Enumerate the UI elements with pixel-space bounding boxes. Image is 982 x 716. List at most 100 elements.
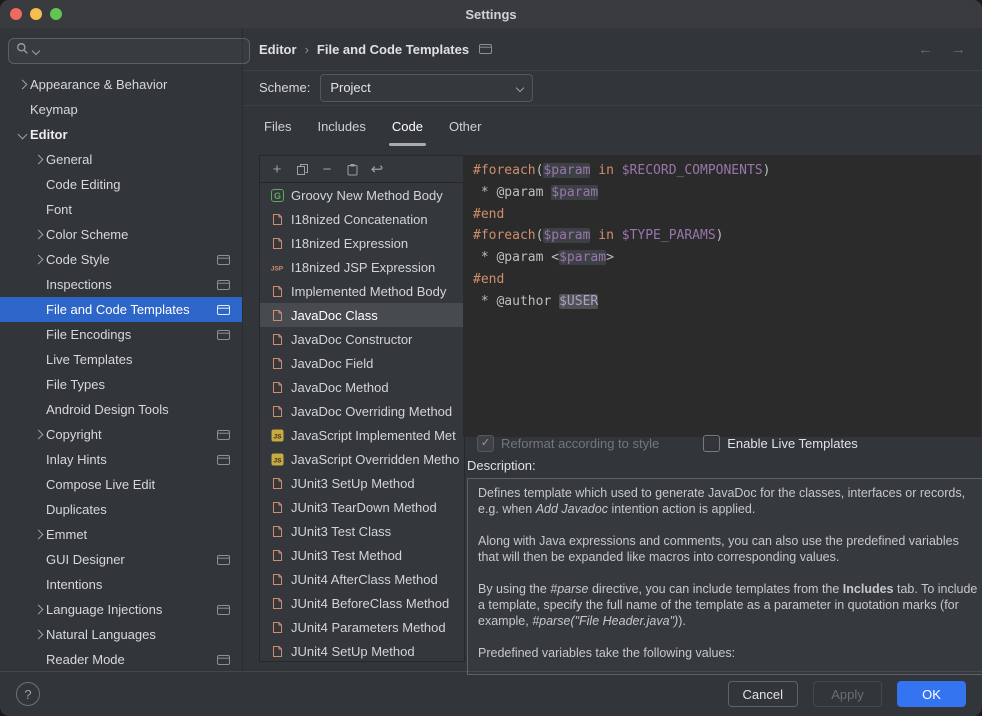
template-list-item[interactable]: JUnit3 SetUp Method (260, 471, 464, 495)
chevron-down-icon[interactable] (17, 130, 27, 140)
template-list-item[interactable]: JUnit3 Test Class (260, 519, 464, 543)
remove-icon[interactable]: − (319, 161, 335, 177)
template-list-item[interactable]: JavaDoc Field (260, 351, 464, 375)
template-icon (269, 621, 285, 634)
scheme-dropdown[interactable]: Project (320, 74, 533, 102)
template-list-item[interactable]: GGroovy New Method Body (260, 183, 464, 207)
sidebar-item-duplicates[interactable]: Duplicates (0, 497, 242, 522)
sidebar-item-compose-live-edit[interactable]: Compose Live Edit (0, 472, 242, 497)
template-name: JUnit4 AfterClass Method (291, 572, 438, 587)
forward-button[interactable]: → (951, 41, 966, 58)
screen-icon (479, 44, 492, 54)
sidebar-item-color-scheme[interactable]: Color Scheme (0, 222, 242, 247)
sidebar-item-intentions[interactable]: Intentions (0, 572, 242, 597)
code-token: * @param (473, 185, 551, 200)
code-line: * @param <$param> (473, 247, 981, 269)
sidebar-item-file-types[interactable]: File Types (0, 372, 242, 397)
main-panel: Editor › File and Code Templates ← → Sch… (242, 28, 982, 672)
template-list-item[interactable]: I18nized Concatenation (260, 207, 464, 231)
sidebar-item-font[interactable]: Font (0, 197, 242, 222)
template-list-item[interactable]: JUnit4 SetUp Method (260, 639, 464, 661)
sidebar-item-code-editing[interactable]: Code Editing (0, 172, 242, 197)
code-token: in (598, 228, 614, 243)
sidebar-item-gui-designer[interactable]: GUI Designer (0, 547, 242, 572)
template-list-item[interactable]: JUnit4 BeforeClass Method (260, 591, 464, 615)
template-list-item[interactable]: JavaDoc Class (260, 303, 464, 327)
breadcrumb-separator-icon: › (305, 42, 309, 57)
add-icon[interactable]: + (269, 161, 285, 177)
sidebar-item-general[interactable]: General (0, 147, 242, 172)
copy-icon[interactable] (294, 161, 310, 177)
sidebar-item-copyright[interactable]: Copyright (0, 422, 242, 447)
sidebar-item-code-style[interactable]: Code Style (0, 247, 242, 272)
cancel-button[interactable]: Cancel (728, 681, 798, 707)
help-button[interactable]: ? (16, 682, 40, 706)
template-list-item[interactable]: JUnit4 AfterClass Method (260, 567, 464, 591)
description-text: directive, you can include templates fro… (589, 582, 843, 596)
code-token: ) (716, 228, 724, 243)
breadcrumb-editor[interactable]: Editor (259, 42, 297, 57)
zoom-button[interactable] (50, 8, 62, 20)
sidebar-item-appearance-behavior[interactable]: Appearance & Behavior (0, 72, 242, 97)
template-list-item[interactable]: JSPI18nized JSP Expression (260, 255, 464, 279)
screen-icon (217, 280, 230, 290)
chevron-slot (30, 631, 46, 638)
sidebar-item-inspections[interactable]: Inspections (0, 272, 242, 297)
search-icon (16, 42, 29, 60)
template-name: JavaDoc Field (291, 356, 373, 371)
template-list-item[interactable]: JSJavaScript Implemented Met (260, 423, 464, 447)
apply-button[interactable]: Apply (813, 681, 882, 707)
tab-label: Other (449, 119, 482, 134)
sidebar-item-label: Android Design Tools (46, 402, 169, 417)
reformat-checkbox[interactable]: ✓ Reformat according to style (477, 435, 659, 452)
sidebar-item-emmet[interactable]: Emmet (0, 522, 242, 547)
chevron-right-icon[interactable] (33, 255, 43, 265)
template-name: I18nized Concatenation (291, 212, 428, 227)
tab-code[interactable]: Code (379, 105, 436, 147)
sidebar-item-file-and-code-templates[interactable]: File and Code Templates (0, 297, 242, 322)
rollback-icon[interactable]: ↩ (369, 161, 385, 177)
sidebar-item-language-injections[interactable]: Language Injections (0, 597, 242, 622)
sidebar-item-editor[interactable]: Editor (0, 122, 242, 147)
minimize-button[interactable] (30, 8, 42, 20)
chevron-right-icon[interactable] (17, 80, 27, 90)
template-list-item[interactable]: Implemented Method Body (260, 279, 464, 303)
back-button[interactable]: ← (918, 41, 933, 58)
tab-includes[interactable]: Includes (304, 105, 378, 147)
chevron-right-icon[interactable] (33, 605, 43, 615)
chevron-right-icon[interactable] (33, 230, 43, 240)
sidebar-item-android-design-tools[interactable]: Android Design Tools (0, 397, 242, 422)
template-list-item[interactable]: I18nized Expression (260, 231, 464, 255)
template-icon (269, 213, 285, 226)
template-list-item[interactable]: JavaDoc Overriding Method (260, 399, 464, 423)
paste-icon[interactable] (344, 161, 360, 177)
sidebar-item-label: Font (46, 202, 72, 217)
sidebar-item-keymap[interactable]: Keymap (0, 97, 242, 122)
close-button[interactable] (10, 8, 22, 20)
tab-other[interactable]: Other (436, 105, 495, 147)
tab-files[interactable]: Files (251, 105, 304, 147)
template-list-item[interactable]: JUnit4 Parameters Method (260, 615, 464, 639)
sidebar-item-natural-languages[interactable]: Natural Languages (0, 622, 242, 647)
template-list-item[interactable]: JUnit3 Test Method (260, 543, 464, 567)
checkbox-unchecked-icon (703, 435, 720, 452)
chevron-right-icon[interactable] (33, 630, 43, 640)
code-editor[interactable]: #foreach($param in $RECORD_COMPONENTS) *… (463, 155, 981, 437)
sidebar-item-inlay-hints[interactable]: Inlay Hints (0, 447, 242, 472)
chevron-right-icon[interactable] (33, 155, 43, 165)
search-history-chevron-icon[interactable] (32, 47, 40, 55)
ok-button[interactable]: OK (897, 681, 966, 707)
code-token (614, 228, 622, 243)
live-templates-checkbox[interactable]: Enable Live Templates (703, 435, 858, 452)
chevron-right-icon[interactable] (33, 530, 43, 540)
template-list-item[interactable]: JUnit3 TearDown Method (260, 495, 464, 519)
template-list-item[interactable]: JSJavaScript Overridden Metho (260, 447, 464, 471)
chevron-right-icon[interactable] (33, 430, 43, 440)
code-token: $RECORD_COMPONENTS (622, 163, 763, 178)
sidebar-item-file-encodings[interactable]: File Encodings (0, 322, 242, 347)
sidebar-item-reader-mode[interactable]: Reader Mode (0, 647, 242, 672)
template-list-item[interactable]: JavaDoc Constructor (260, 327, 464, 351)
sidebar-item-live-templates[interactable]: Live Templates (0, 347, 242, 372)
template-list-item[interactable]: JavaDoc Method (260, 375, 464, 399)
search-input[interactable] (8, 38, 250, 64)
